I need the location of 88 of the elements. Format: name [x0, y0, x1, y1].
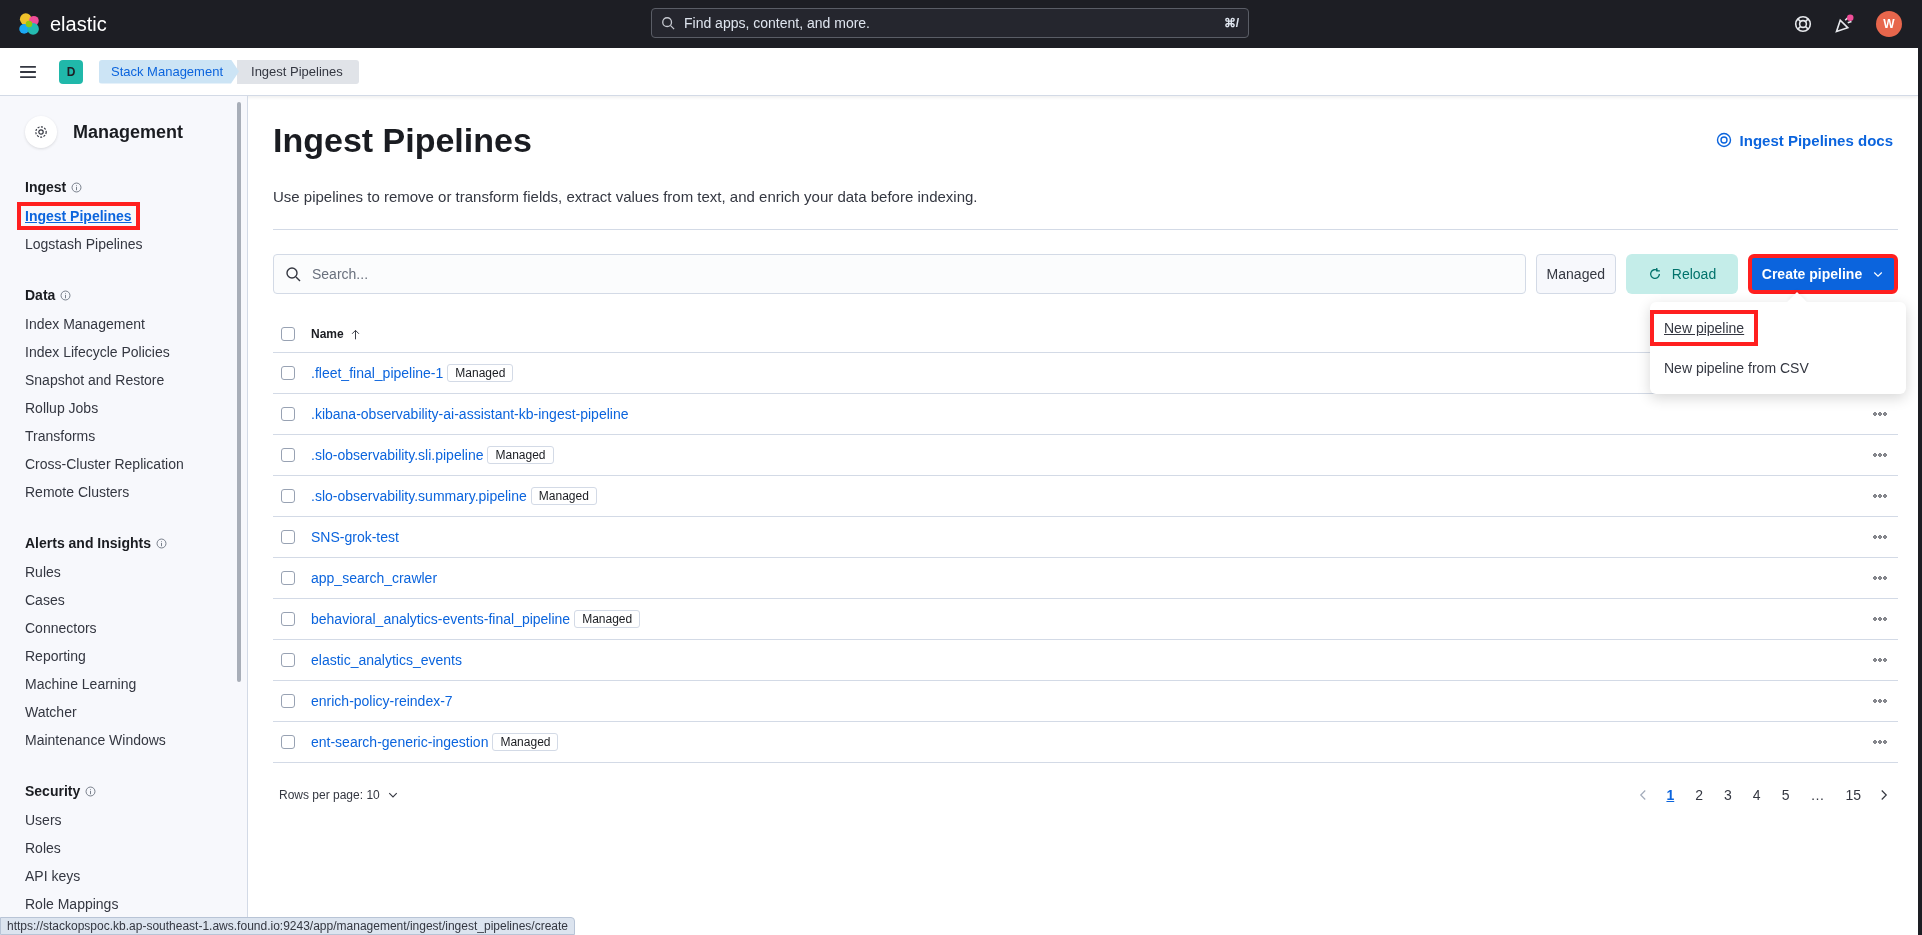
- managed-badge: Managed: [492, 733, 559, 751]
- pipeline-link[interactable]: enrich-policy-reindex-7: [311, 693, 453, 709]
- page-link[interactable]: 2: [1691, 787, 1708, 803]
- menu-item[interactable]: New pipeline: [1650, 310, 1759, 346]
- nav-link[interactable]: Roles: [17, 834, 69, 862]
- nav-link[interactable]: Index Lifecycle Policies: [17, 338, 178, 366]
- nav-link[interactable]: Cross-Cluster Replication: [17, 450, 192, 478]
- settings-icon: [33, 124, 49, 140]
- checkbox[interactable]: [281, 612, 295, 626]
- create-pipeline-button[interactable]: Create pipeline: [1748, 254, 1898, 294]
- pipeline-link[interactable]: .slo-observability.sli.pipeline: [311, 447, 484, 463]
- nav-link[interactable]: Remote Clusters: [17, 478, 138, 506]
- lifebuoy-icon: [1715, 132, 1732, 148]
- info-icon: [71, 181, 83, 193]
- page-description: Use pipelines to remove or transform fields, extract values from text, and enrich your data before indexing.: [273, 188, 979, 205]
- pipeline-link[interactable]: app_search_crawler: [311, 570, 438, 586]
- section-heading: Alerts and Insights: [25, 535, 152, 551]
- space-avatar[interactable]: D: [59, 59, 83, 84]
- checkbox[interactable]: [281, 489, 295, 503]
- refresh-icon: [1647, 267, 1662, 281]
- brand-name[interactable]: elastic: [50, 12, 107, 36]
- column-header[interactable]: Name: [311, 327, 344, 341]
- news-icon[interactable]: [1834, 14, 1854, 34]
- nav-link[interactable]: Cases: [17, 586, 73, 614]
- page-link[interactable]: 3: [1720, 787, 1736, 803]
- nav-link[interactable]: Index Management: [17, 310, 153, 338]
- nav-link[interactable]: Rollup Jobs: [17, 394, 107, 422]
- section-heading: Ingest: [25, 179, 67, 195]
- search-field[interactable]: Search...: [273, 254, 1526, 294]
- nav-link[interactable]: Role Mappings: [17, 890, 127, 918]
- page-link[interactable]: 1: [1662, 787, 1679, 803]
- reload-button[interactable]: Reload: [1626, 254, 1738, 294]
- nav-link[interactable]: Machine Learning: [17, 670, 145, 698]
- help-icon[interactable]: [1794, 15, 1812, 33]
- checkbox[interactable]: [281, 735, 295, 749]
- page-title: Ingest Pipelines: [273, 120, 532, 160]
- shortcut-hint: ⌘/: [1223, 16, 1239, 30]
- breadcrumb: Ingest Pipelines: [237, 59, 359, 84]
- nav-link[interactable]: Users: [17, 806, 70, 834]
- info-icon: [85, 785, 97, 797]
- nav-link[interactable]: Rules: [17, 558, 69, 586]
- checkbox[interactable]: [281, 571, 295, 585]
- checkbox[interactable]: [281, 407, 295, 421]
- scrollbar[interactable]: [237, 102, 241, 682]
- pipeline-link[interactable]: ent-search-generic-ingestion: [311, 734, 489, 750]
- nav-link[interactable]: Maintenance Windows: [17, 726, 174, 754]
- docs-link[interactable]: Ingest Pipelines docs: [1715, 131, 1893, 149]
- breadcrumb[interactable]: Stack Management: [99, 59, 239, 84]
- pipeline-link[interactable]: behavioral_analytics-events-final_pipeline: [311, 611, 571, 627]
- pipeline-link[interactable]: SNS-grok-test: [311, 529, 399, 545]
- section-heading: Security: [25, 783, 81, 799]
- nav-link[interactable]: Connectors: [17, 614, 105, 642]
- nav-link[interactable]: Transforms: [17, 422, 104, 450]
- nav-link[interactable]: Reporting: [17, 642, 94, 670]
- nav-link[interactable]: Ingest Pipelines: [17, 202, 140, 230]
- info-icon: [156, 537, 168, 549]
- nav-link[interactable]: Watcher: [17, 698, 85, 726]
- pipeline-link[interactable]: .slo-observability.summary.pipeline: [311, 488, 527, 504]
- info-icon: [60, 289, 72, 301]
- page-link[interactable]: 15: [1841, 787, 1865, 803]
- status-url: https://stackopspoc.kb.ap-southeast-1.aws.found.io:9243/app/management/ingest/ingest_pipelines/create: [0, 917, 576, 935]
- managed-badge: Managed: [574, 610, 641, 628]
- pipeline-link[interactable]: .fleet_final_pipeline-1: [311, 365, 444, 381]
- sidebar-title: Management: [73, 121, 184, 143]
- chevron-down-icon: [387, 790, 398, 800]
- page-link[interactable]: …: [1806, 787, 1829, 803]
- checkbox[interactable]: [281, 653, 295, 667]
- checkbox[interactable]: [281, 530, 295, 544]
- nav-link[interactable]: Snapshot and Restore: [17, 366, 173, 394]
- filter-button[interactable]: Managed: [1535, 254, 1616, 294]
- managed-badge: Managed: [447, 364, 514, 382]
- checkbox[interactable]: [281, 366, 295, 380]
- page-link[interactable]: 4: [1748, 787, 1765, 803]
- page-link[interactable]: 5: [1777, 787, 1794, 803]
- sort-arrow-icon: [349, 328, 361, 340]
- checkbox[interactable]: [281, 327, 295, 341]
- rows-per-page-button[interactable]: Rows per page: 10: [273, 787, 404, 803]
- checkbox[interactable]: [281, 448, 295, 462]
- managed-badge: Managed: [530, 487, 597, 505]
- nav-link[interactable]: Logstash Pipelines: [17, 230, 151, 258]
- pipeline-link[interactable]: .kibana-observability-ai-assistant-kb-ingest-pipeline: [311, 406, 629, 422]
- managed-badge: Managed: [487, 446, 554, 464]
- pipeline-link[interactable]: elastic_analytics_events: [311, 652, 462, 668]
- section-heading: Data: [25, 287, 56, 303]
- logo-icon[interactable]: [16, 11, 42, 37]
- menu-item[interactable]: New pipeline from CSV: [1650, 350, 1823, 386]
- checkbox[interactable]: [281, 694, 295, 708]
- nav-link[interactable]: API keys: [17, 862, 89, 890]
